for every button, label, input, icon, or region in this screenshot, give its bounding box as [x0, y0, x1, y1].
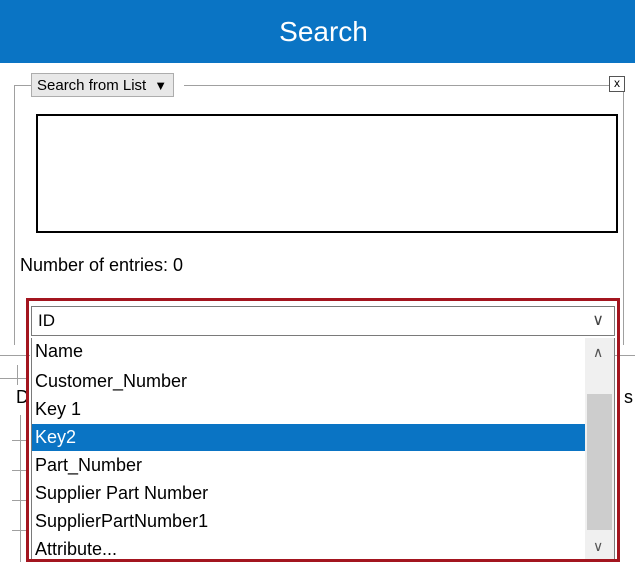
window-title-bar: Search: [0, 0, 635, 63]
background-row-line: [12, 470, 26, 471]
background-button-edge: [17, 365, 18, 385]
close-glyph: x: [614, 76, 620, 90]
search-mode-label: Search from List: [37, 76, 147, 94]
background-row-line: [12, 530, 26, 531]
close-icon[interactable]: x: [609, 76, 625, 92]
background-table-edge: [20, 415, 21, 562]
search-mode-dropdown[interactable]: Search from List ▼: [31, 73, 175, 97]
search-group-border-left: [14, 85, 15, 345]
search-group-border-right: [623, 85, 624, 345]
background-divider-2: [0, 378, 26, 379]
search-list-textarea[interactable]: [36, 114, 618, 233]
background-row-line: [12, 500, 26, 501]
entries-count-label: Number of entries: 0: [20, 255, 184, 275]
search-mode-legend: Search from List ▼: [31, 73, 185, 97]
window-title: Search: [279, 15, 368, 47]
annotation-highlight-box: [26, 298, 620, 562]
background-row-line: [12, 440, 26, 441]
background-text-fragment-right: s: [624, 387, 633, 407]
caret-down-icon: ▼: [154, 77, 168, 93]
